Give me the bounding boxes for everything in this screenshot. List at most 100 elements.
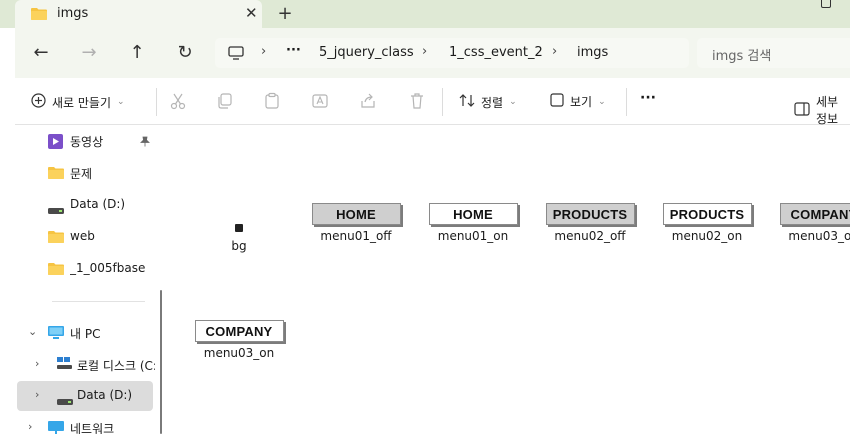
address-bar[interactable]: › ··· 5_jquery_class › 1_css_event_2 › i… [215, 38, 689, 68]
file-item-menu03-on[interactable]: COMPANY menu03_on [194, 320, 284, 360]
view-icon [550, 93, 564, 110]
breadcrumb-separator[interactable]: › [552, 44, 557, 59]
sidebar-item-network[interactable]: › 네트워크 [15, 413, 155, 434]
copy-icon[interactable] [216, 92, 234, 110]
search-box[interactable]: imgs 검색 [697, 38, 850, 68]
file-item-menu03-off[interactable]: COMPANY menu03_off [779, 203, 850, 243]
paste-icon[interactable] [263, 92, 281, 110]
up-icon[interactable]: ↑ [127, 42, 147, 63]
file-name: menu02_on [671, 229, 743, 243]
drive-icon [48, 203, 64, 217]
file-thumbnail: COMPANY [779, 203, 850, 225]
details-pane-button[interactable]: 세부 정보 [794, 93, 850, 127]
chevron-right-icon[interactable]: › [35, 357, 39, 370]
details-pane-icon [794, 101, 810, 119]
file-item-menu02-off[interactable]: PRODUCTS menu02_off [545, 203, 635, 243]
file-view: bg HOME menu01_off HOME menu01_on PRODUC… [171, 125, 850, 434]
tab-strip: imgs ✕ + [0, 0, 850, 28]
file-thumbnail: HOME [428, 203, 518, 225]
sidebar-item-label: 로컬 디스크 (C:) [77, 359, 155, 373]
bg-thumbnail-dot [235, 223, 243, 232]
file-thumbnail [219, 213, 259, 235]
view-label: 보기 [570, 95, 593, 109]
local-disk-icon [57, 357, 72, 372]
sidebar-item-videos[interactable]: 동영상 [15, 126, 155, 156]
sidebar-item-web[interactable]: web [15, 222, 155, 252]
add-circle-icon [31, 93, 46, 111]
breadcrumb-1-css-event-2[interactable]: 1_css_event_2 [449, 45, 543, 60]
sidebar-item-data-d[interactable]: Data (D:) [15, 190, 155, 220]
navigation-pane: 동영상 문제 Data (D:) web _1_005fbase ⌄ 내 PC [15, 125, 170, 434]
breadcrumb-separator[interactable]: › [422, 44, 427, 59]
breadcrumb-more[interactable]: ··· [286, 43, 301, 58]
sidebar-scrollbar[interactable] [160, 290, 162, 434]
folder-icon [48, 230, 64, 246]
file-name: menu02_off [554, 229, 626, 243]
breadcrumb-separator[interactable]: › [261, 44, 266, 59]
sidebar-item-1-005fbase[interactable]: _1_005fbase [15, 254, 155, 284]
sidebar-item-label: 내 PC [70, 327, 101, 341]
sidebar-item-label: 동영상 [70, 135, 104, 149]
sort-button[interactable]: 정렬 ⌄ [459, 93, 517, 111]
new-tab-icon[interactable]: + [276, 3, 294, 24]
toolbar-divider [626, 88, 627, 116]
file-thumbnail: PRODUCTS [662, 203, 752, 225]
chevron-down-icon: ⌄ [509, 97, 517, 107]
folder-icon [31, 7, 47, 23]
sidebar-item-label: 문제 [70, 167, 93, 181]
video-folder-icon [48, 134, 63, 152]
chevron-down-icon: ⌄ [117, 97, 125, 107]
share-icon[interactable] [359, 92, 377, 110]
file-item-menu01-off[interactable]: HOME menu01_off [311, 203, 401, 243]
sidebar-item-local-disk-c[interactable]: › 로컬 디스크 (C:) [15, 350, 155, 380]
sidebar-item-label: 네트워크 [70, 422, 115, 434]
pc-icon [48, 326, 64, 343]
command-bar: 새로 만들기 ⌄ 정렬 ⌄ 보기 ⌄ ··· 세부 정보 [15, 78, 850, 127]
breadcrumb-imgs[interactable]: imgs [577, 45, 608, 60]
chevron-right-icon[interactable]: › [35, 388, 39, 401]
file-name: menu03_off [788, 229, 850, 243]
file-name: menu01_off [320, 229, 392, 243]
chevron-down-icon[interactable]: ⌄ [28, 325, 37, 338]
sidebar-item-this-pc[interactable]: ⌄ 내 PC [15, 318, 155, 348]
sidebar-divider [52, 301, 145, 302]
sort-icon [459, 93, 475, 111]
breadcrumb-5-jquery-class[interactable]: 5_jquery_class [319, 45, 414, 60]
view-button[interactable]: 보기 ⌄ [550, 93, 606, 110]
chevron-right-icon[interactable]: › [28, 420, 32, 433]
sidebar-item-label: web [70, 229, 95, 243]
details-label: 세부 정보 [816, 95, 839, 126]
folder-icon [48, 262, 64, 278]
more-options-icon[interactable]: ··· [640, 90, 656, 106]
file-name: menu03_on [203, 346, 275, 360]
chevron-down-icon: ⌄ [598, 96, 606, 107]
network-icon [48, 421, 64, 434]
file-thumbnail: PRODUCTS [545, 203, 635, 225]
file-item-menu01-on[interactable]: HOME menu01_on [428, 203, 518, 243]
sidebar-item-label: _1_005fbase [70, 261, 146, 275]
file-thumbnail: COMPANY [194, 320, 284, 342]
sidebar-item-problem[interactable]: 문제 [15, 158, 155, 188]
toolbar-divider [156, 88, 157, 116]
new-button[interactable]: 새로 만들기 ⌄ [31, 93, 125, 111]
refresh-icon[interactable]: ↻ [175, 42, 195, 63]
close-tab-icon[interactable]: ✕ [245, 4, 258, 22]
cut-icon[interactable] [169, 92, 187, 110]
restore-window-icon[interactable] [821, 0, 831, 8]
delete-icon[interactable] [408, 92, 426, 110]
tab-title: imgs [57, 6, 89, 21]
file-name: menu01_on [437, 229, 509, 243]
sidebar-item-data-d-selected[interactable]: › Data (D:) [17, 381, 153, 411]
new-label: 새로 만들기 [52, 95, 112, 110]
folder-icon [48, 166, 64, 182]
file-name: bg [231, 239, 247, 253]
pin-icon[interactable] [140, 136, 150, 150]
forward-icon[interactable]: → [79, 42, 99, 63]
tab-imgs[interactable]: imgs ✕ [15, 0, 262, 28]
file-item-bg[interactable]: bg [219, 213, 259, 253]
rename-icon[interactable] [311, 92, 329, 110]
back-icon[interactable]: ← [31, 42, 51, 63]
monitor-icon [228, 46, 244, 63]
toolbar-divider [442, 88, 443, 116]
file-item-menu02-on[interactable]: PRODUCTS menu02_on [662, 203, 752, 243]
